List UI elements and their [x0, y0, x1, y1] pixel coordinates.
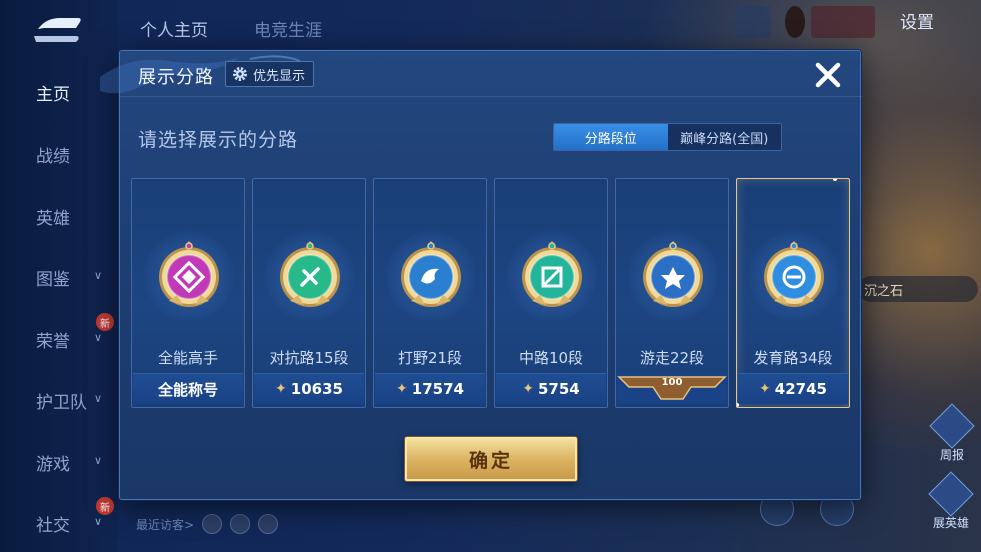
power-icon: ✦ [275, 381, 287, 397]
lane-card[interactable]: 中路10段 ✦ 5754 [494, 178, 608, 408]
selection-corner [737, 403, 739, 407]
lane-card-name: 中路10段 [518, 349, 584, 367]
farm-lane-icon [764, 241, 824, 307]
chevron-down-icon: ∨ [94, 515, 103, 528]
dialog-prompt: 请选择展示的分路 [138, 129, 299, 151]
weekly-report-icon [929, 403, 975, 449]
weekly-report-button[interactable]: 周报 [929, 403, 975, 462]
recent-visitors[interactable]: 最近访客> [136, 514, 279, 534]
sidebar-item[interactable]: 荣誉 ∨ 新 [0, 313, 118, 359]
weekly-report-label: 周报 [939, 448, 964, 462]
power-icon: ✦ [522, 381, 534, 397]
peak-ribbon: 100 [617, 373, 727, 404]
sidebar-item-label: 社交 [36, 515, 70, 536]
chevron-down-icon: ∨ [94, 331, 103, 344]
lane-card-footer: ✦ 5754 [496, 373, 606, 404]
tab-profile[interactable]: 个人主页 [140, 16, 208, 41]
lane-card-score: 17574 [411, 380, 464, 398]
show-hero-label: 展英雄 [932, 516, 969, 530]
sidebar-item-label: 荣誉 [36, 331, 70, 352]
back-icon[interactable] [28, 14, 84, 44]
lane-card-name: 打野21段 [397, 349, 463, 367]
tab-esports[interactable]: 电竞生涯 [254, 16, 322, 41]
lane-card[interactable]: 游走22段 100 [615, 178, 729, 408]
lane-card-footer: 全能称号 [133, 373, 243, 404]
top-tabs: 个人主页 电竞生涯 [140, 16, 322, 41]
top-right-bar [735, 6, 981, 38]
jungle-icon [401, 241, 461, 307]
segment-lane-rank[interactable]: 分路段位 [554, 124, 668, 150]
chevron-down-icon: ∨ [94, 392, 103, 405]
dialog-title: 展示分路 [138, 67, 214, 88]
confirm-button[interactable]: 确定 [405, 437, 577, 481]
lane-display-dialog: 展示分路 优先显示 请选择展示的分路 分路段位 巅峰分路(全国) 全能高手全能称… [100, 50, 862, 500]
peak-ribbon-value: 100 [661, 377, 683, 388]
lane-card-score: 42745 [774, 380, 827, 398]
lane-card[interactable]: 发育路34段 ✦ 42745 [736, 178, 850, 408]
sidebar-item-label: 主页 [36, 84, 70, 105]
sidebar-item[interactable]: 战绩 [0, 134, 118, 174]
sidebar-item-label: 图鉴 [36, 269, 70, 290]
priority-display-label: 优先显示 [253, 68, 306, 84]
vip-avatar[interactable] [785, 6, 805, 38]
lane-card[interactable]: 全能高手 全能称号 [131, 178, 245, 408]
new-badge: 新 [96, 497, 114, 515]
sidebar-item[interactable]: 护卫队 ∨ [0, 380, 118, 420]
lane-card-footer: ✦ 17574 [375, 373, 485, 404]
lane-card-title: 全能称号 [157, 380, 218, 399]
settings-button[interactable]: 设置 [900, 8, 934, 33]
lane-card-name: 对抗路15段 [269, 349, 349, 367]
sidebar-item-label: 战绩 [36, 146, 70, 167]
lane-card[interactable]: 打野21段 ✦ 17574 [373, 178, 487, 408]
vip-banner[interactable] [811, 6, 875, 38]
sidebar-item[interactable]: 英雄 [0, 196, 118, 236]
roam-icon [643, 241, 703, 307]
profile-icon[interactable] [735, 6, 771, 38]
close-icon[interactable] [810, 57, 846, 93]
sidebar-item-label: 游戏 [36, 454, 70, 475]
sidebar-item-label: 英雄 [36, 208, 70, 229]
lane-card-list: 全能高手 全能称号 对抗路15段 ✦ 10635 打野21段 ✦ 17574 中路10段 ✦ 575… [131, 178, 851, 408]
gear-icon [233, 67, 247, 81]
segment-peak-lane[interactable]: 巅峰分路(全国) [667, 124, 781, 150]
lane-card[interactable]: 对抗路15段 ✦ 10635 [252, 178, 366, 408]
stone-banner[interactable]: 沉之石 [858, 276, 978, 302]
priority-display-button[interactable]: 优先显示 [225, 61, 315, 87]
selection-corner [833, 179, 837, 181]
visitor-avatar[interactable] [258, 514, 279, 534]
sidebar-item[interactable]: 社交 ∨ 新 [0, 497, 118, 543]
lane-card-name: 全能高手 [157, 349, 218, 367]
show-hero-button[interactable]: 展英雄 [925, 471, 977, 532]
chevron-down-icon: ∨ [94, 269, 103, 282]
sidebar-item[interactable]: 图鉴 ∨ [0, 257, 118, 297]
lane-card-score: 10635 [290, 380, 343, 398]
dialog-header: 展示分路 优先显示 [100, 51, 862, 97]
mid-lane-icon [522, 241, 582, 307]
show-hero-icon [928, 471, 974, 517]
lane-card-name: 游走22段 [639, 349, 705, 367]
clash-lane-icon [280, 241, 340, 307]
lane-card-score: 5754 [537, 380, 580, 398]
visitor-avatar[interactable] [202, 514, 223, 534]
recent-visitors-label: 最近访客> [136, 517, 195, 532]
power-icon: ✦ [396, 381, 408, 397]
power-icon: ✦ [759, 381, 771, 397]
sidebar-item-label: 护卫队 [36, 392, 87, 413]
lane-card-footer: ✦ 10635 [254, 373, 364, 404]
chevron-down-icon: ∨ [94, 454, 103, 467]
new-badge: 新 [96, 313, 114, 331]
lane-card-name: 发育路34段 [753, 349, 833, 367]
allround-icon [159, 241, 219, 307]
lane-card-footer: ✦ 42745 [738, 373, 848, 404]
visitor-avatar[interactable] [230, 514, 251, 534]
lane-segment-control: 分路段位 巅峰分路(全国) [553, 123, 782, 151]
sidebar-item[interactable]: 游戏 ∨ [0, 442, 118, 482]
